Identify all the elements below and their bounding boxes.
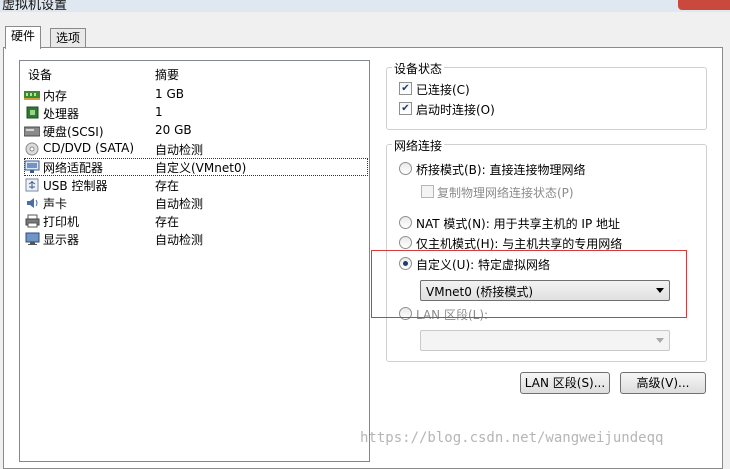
lan-segments-button[interactable]: LAN 区段(S)...	[520, 372, 610, 394]
device-summary: 自动检测	[155, 233, 204, 247]
device-summary: 自定义(VMnet0)	[155, 161, 247, 175]
connected-label[interactable]: 已连接(C)	[416, 81, 470, 98]
device-row-printer[interactable]: 打印机 存在	[20, 212, 367, 230]
nat-radio[interactable]	[399, 216, 412, 229]
network-adapter-icon	[24, 160, 40, 173]
connect-at-power-on-label[interactable]: 启动时连接(O)	[416, 101, 495, 118]
replicate-state-checkbox[interactable]	[421, 185, 434, 198]
device-name: 内存	[43, 89, 68, 103]
device-summary: 1	[155, 105, 163, 119]
column-header-summary[interactable]: 摘要	[155, 66, 179, 83]
display-icon	[24, 232, 40, 245]
window-title: 虚拟机设置	[2, 0, 68, 12]
device-summary: 20 GB	[155, 123, 192, 137]
device-name: CD/DVD (SATA)	[43, 141, 135, 155]
close-button[interactable]	[678, 0, 730, 10]
bridged-label[interactable]: 桥接模式(B): 直接连接物理网络	[416, 161, 585, 178]
network-connection-title: 网络连接	[392, 137, 445, 154]
device-name: 网络适配器	[43, 161, 104, 175]
highlight-annotation	[371, 250, 687, 318]
device-summary: 自动检测	[155, 197, 204, 211]
device-row-display[interactable]: 显示器 自动检测	[20, 230, 367, 248]
bridged-radio[interactable]	[399, 162, 412, 175]
device-row-usb[interactable]: USB 控制器 存在	[20, 176, 367, 194]
device-name: 处理器	[43, 107, 80, 121]
lan-segment-select[interactable]	[420, 330, 670, 351]
memory-icon	[24, 88, 40, 101]
hard-disk-icon	[24, 124, 40, 137]
connected-checkbox[interactable]: ✔	[399, 82, 412, 95]
connect-at-power-on-checkbox[interactable]: ✔	[399, 102, 412, 115]
device-name: 显示器	[43, 233, 80, 247]
device-name: 声卡	[43, 197, 68, 211]
watermark: https://blog.csdn.net/wangweijundeqq	[360, 430, 664, 446]
processor-icon	[24, 106, 40, 119]
device-row-processor[interactable]: 处理器 1	[20, 104, 367, 122]
device-row-cd-dvd[interactable]: CD/DVD (SATA) 自动检测	[20, 140, 367, 158]
column-header-device[interactable]: 设备	[28, 66, 52, 83]
advanced-button[interactable]: 高级(V)...	[620, 372, 706, 394]
device-name: 打印机	[43, 215, 80, 229]
device-status-title: 设备状态	[392, 60, 445, 77]
device-row-sound-card[interactable]: 声卡 自动检测	[20, 194, 367, 212]
sound-card-icon	[24, 196, 40, 209]
tab-options[interactable]: 选项	[50, 28, 87, 48]
title-bar: 虚拟机设置	[0, 0, 730, 12]
replicate-state-label[interactable]: 复制物理网络连接状态(P)	[437, 184, 574, 201]
device-list[interactable]: 设备 摘要 内存 1 GB 处理器 1 硬盘(SCSI) 20 GB CD/DV…	[19, 60, 370, 462]
nat-label[interactable]: NAT 模式(N): 用于共享主机的 IP 地址	[416, 215, 620, 232]
chevron-down-icon	[656, 338, 664, 343]
usb-icon	[24, 178, 40, 191]
printer-icon	[24, 214, 40, 227]
device-row-hard-disk[interactable]: 硬盘(SCSI) 20 GB	[20, 122, 367, 140]
device-row-network-adapter[interactable]: 网络适配器 自定义(VMnet0)	[20, 158, 368, 176]
device-summary: 存在	[155, 179, 180, 193]
device-name: 硬盘(SCSI)	[43, 125, 104, 139]
device-summary: 1 GB	[155, 87, 184, 101]
cd-dvd-icon	[24, 142, 40, 155]
host-only-radio[interactable]	[399, 236, 412, 249]
tab-hardware[interactable]: 硬件	[5, 26, 42, 49]
device-name: USB 控制器	[43, 179, 108, 193]
device-row-memory[interactable]: 内存 1 GB	[20, 86, 367, 104]
device-summary: 自动检测	[155, 143, 204, 157]
device-summary: 存在	[155, 215, 180, 229]
